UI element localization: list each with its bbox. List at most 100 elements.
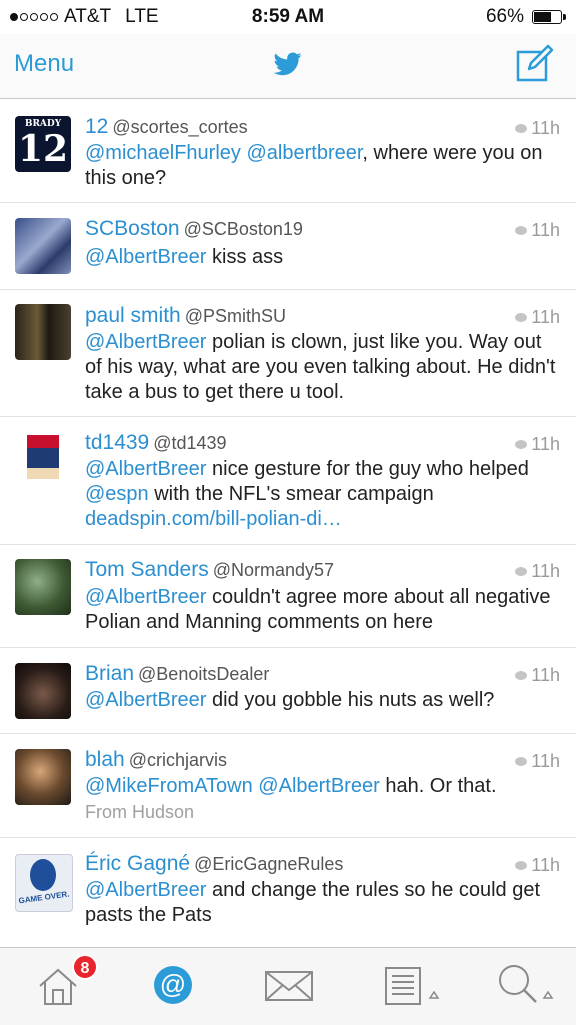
tab-bar: 8 @ [0,947,576,1025]
avatar[interactable]: GAME OVER. [15,854,73,912]
battery-percent: 66% [485,6,524,27]
conversation-icon [515,440,528,449]
twitter-bird-icon[interactable] [274,52,302,76]
tweet-item[interactable]: blah @crichjarvis 11h @MikeFromATown @Alb… [0,734,576,838]
author-handle[interactable]: @SCBoston19 [184,219,303,239]
author-handle[interactable]: @crichjarvis [129,750,227,770]
mention-link[interactable]: @AlbertBreer [85,879,206,901]
author-handle[interactable]: @scortes_cortes [112,117,247,137]
tweet-meta: 11h [515,751,560,772]
avatar[interactable] [15,218,71,274]
tweet-text: @AlbertBreer nice gesture for the guy wh… [85,457,560,532]
text-segment: did you gobble his nuts as well? [206,689,495,711]
author-name[interactable]: blah [85,748,125,771]
tweet-meta: 11h [515,665,560,686]
author-handle[interactable]: @PSmithSU [185,306,286,326]
conversation-icon [515,861,528,870]
tweet-time: 11h [531,307,560,327]
tweet-header: paul smith @PSmithSU [85,304,286,328]
compose-icon[interactable] [516,44,554,82]
tweet-header: 12 @scortes_cortes [85,115,248,139]
mentions-icon[interactable]: @ [152,964,194,1006]
avatar[interactable] [15,559,71,615]
mention-link[interactable]: @AlbertBreer [85,586,206,608]
conversation-icon [515,124,528,133]
tweet-time: 11h [531,118,560,138]
tweet-text: @michaelFhurley @albertbreer, where were… [85,141,560,191]
avatar[interactable] [15,749,71,805]
author-name[interactable]: paul smith [85,304,181,327]
mention-link[interactable]: @AlbertBreer [85,458,206,480]
mention-link[interactable]: @AlbertBreer [85,246,206,268]
author-handle[interactable]: @EricGagneRules [194,854,343,874]
tweet-item[interactable]: Brian @BenoitsDealer 11h @AlbertBreer did… [0,648,576,734]
tweet-meta: 11h [515,434,560,455]
tweet-item[interactable]: BRADY 12 12 @scortes_cortes 11h @michaelF… [0,99,576,203]
tweet-time: 11h [531,751,560,771]
lists-icon[interactable] [384,966,444,1006]
tweet-item[interactable]: td1439 @td1439 11h @AlbertBreer nice gest… [0,417,576,545]
avatar[interactable] [15,431,71,487]
mention-link[interactable]: @MikeFromATown [85,775,253,797]
avatar[interactable]: BRADY 12 [15,116,71,172]
author-handle[interactable]: @td1439 [153,433,226,453]
avatar[interactable] [15,304,71,360]
mention-link[interactable]: @michaelFhurley [85,142,241,164]
mention-link[interactable]: @albertbreer [246,142,362,164]
conversation-icon [515,567,528,576]
tweet-item[interactable]: GAME OVER. Éric Gagné @EricGagneRules 11h… [0,838,576,947]
mention-link[interactable]: @espn [85,483,149,505]
conversation-icon [515,226,528,235]
notification-badge: 8 [72,954,98,980]
menu-button[interactable]: Menu [14,50,74,78]
author-name[interactable]: Brian [85,662,134,685]
tweet-source: From Hudson [85,802,195,822]
battery-icon [532,10,566,24]
conversation-icon [515,313,528,322]
mention-link[interactable]: @AlbertBreer [85,331,206,353]
author-name[interactable]: Tom Sanders [85,558,209,581]
text-segment: nice gesture for the guy who helped [206,458,529,480]
tweet-item[interactable]: SCBoston @SCBoston19 11h @AlbertBreer kis… [0,203,576,290]
text-segment: kiss ass [206,246,284,268]
tweet-meta: 11h [515,307,560,328]
url-link[interactable]: deadspin.com/bill-polian-di… [85,508,342,530]
conversation-icon [515,757,528,766]
status-bar: AT&T LTE 8:59 AM 66% [0,0,576,34]
avatar[interactable] [15,663,71,719]
tweet-meta: 11h [515,220,560,241]
tweet-timeline[interactable]: BRADY 12 12 @scortes_cortes 11h @michaelF… [0,99,576,947]
search-icon[interactable] [496,964,558,1006]
tweet-time: 11h [531,855,560,875]
tweet-header: Éric Gagné @EricGagneRules [85,852,343,876]
tweet-text: @AlbertBreer polian is clown, just like … [85,330,560,405]
text-segment: hah. Or that. [379,775,497,797]
mention-link[interactable]: @AlbertBreer [85,689,206,711]
tweet-header: SCBoston @SCBoston19 [85,217,303,241]
tweet-meta: 11h [515,561,560,582]
tweet-header: td1439 @td1439 [85,431,227,455]
tweet-header: blah @crichjarvis [85,748,227,772]
avatar-jersey-number: 12 [17,128,69,170]
tweet-item[interactable]: Tom Sanders @Normandy57 11h @AlbertBreer … [0,545,576,648]
author-name[interactable]: 12 [85,115,108,138]
text-segment: with the NFL's smear campaign [148,483,434,505]
tweet-item[interactable]: paul smith @PSmithSU 11h @AlbertBreer pol… [0,290,576,417]
tweet-text: @MikeFromATown @AlbertBreer hah. Or that… [85,774,560,799]
messages-icon[interactable] [264,970,314,1002]
svg-text:@: @ [160,969,186,999]
tweet-meta: 11h [515,855,560,876]
tweet-time: 11h [531,665,560,685]
author-handle[interactable]: @Normandy57 [213,560,334,580]
tweet-text: @AlbertBreer couldn't agree more about a… [85,585,560,635]
tweet-text: @AlbertBreer did you gobble his nuts as … [85,688,560,713]
tweet-header: Brian @BenoitsDealer [85,662,269,686]
tweet-meta: 11h [515,118,560,139]
author-name[interactable]: SCBoston [85,217,180,240]
tweet-text: @AlbertBreer kiss ass [85,245,560,270]
author-name[interactable]: td1439 [85,431,149,454]
mention-link[interactable]: @AlbertBreer [258,775,379,797]
author-name[interactable]: Éric Gagné [85,852,190,875]
navigation-bar: Menu [0,34,576,99]
author-handle[interactable]: @BenoitsDealer [138,664,269,684]
